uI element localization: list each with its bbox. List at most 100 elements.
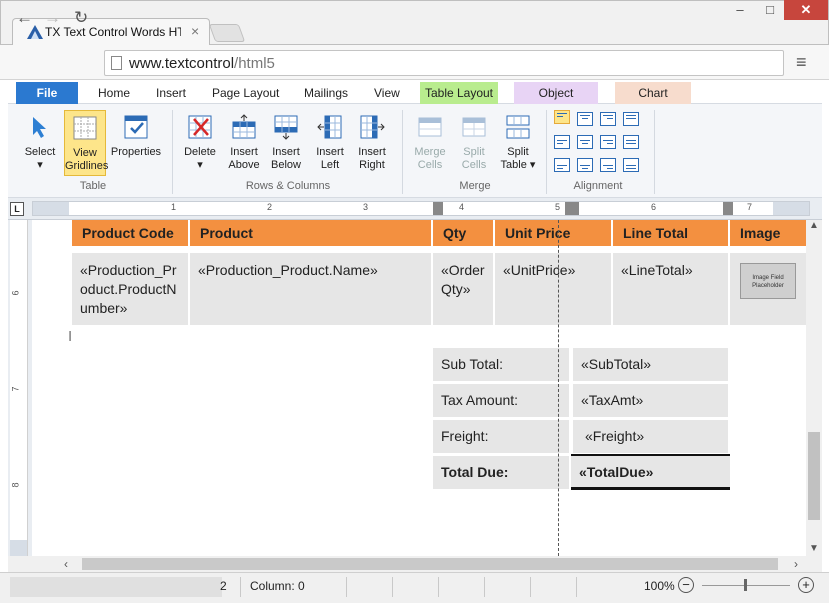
totals-label: Freight: — [433, 420, 569, 453]
insert-above-button[interactable]: Insert Above — [224, 110, 264, 172]
select-dropdown-icon: ▾ — [37, 159, 43, 171]
insert-row-above-icon — [232, 114, 256, 139]
scroll-left-icon[interactable]: ‹ — [64, 557, 68, 571]
horizontal-scroll-thumb[interactable] — [82, 558, 778, 570]
tab-chart-layout[interactable]: Chart Layout — [615, 82, 691, 122]
tab-file[interactable]: File — [16, 82, 78, 104]
align-bottom-left-icon[interactable] — [554, 158, 570, 172]
minimize-button[interactable]: – — [730, 0, 750, 20]
insert-below-button[interactable]: Insert Below — [266, 110, 306, 172]
header-line-total: Line Total — [613, 220, 728, 246]
totals-value[interactable]: «TaxAmt» — [573, 384, 728, 417]
split-table-icon — [506, 115, 530, 139]
properties-button[interactable]: Properties — [108, 110, 164, 159]
tab-mailings[interactable]: Mailings — [300, 82, 352, 104]
tab-page-layout[interactable]: Page Layout — [208, 82, 283, 104]
align-bottom-right-icon[interactable] — [600, 158, 616, 172]
tab-object-format[interactable]: Object Format — [514, 82, 598, 122]
address-bar[interactable]: www.textcontrol/html5 — [104, 50, 784, 76]
table-properties-icon — [124, 115, 148, 139]
align-bottom-center-icon[interactable] — [577, 158, 593, 172]
split-table-dropdown-icon: ▾ — [529, 159, 536, 171]
ribbon-separator — [546, 110, 547, 194]
ruler-mark: 2 — [267, 202, 273, 212]
totals-value-total[interactable]: «TotalDue» — [571, 454, 730, 490]
zoom-slider-thumb[interactable] — [744, 579, 747, 591]
page-icon — [111, 56, 122, 70]
column-marker[interactable] — [433, 202, 443, 215]
cell-product-code[interactable]: «Production_Product.ProductNumber» — [72, 253, 188, 325]
totals-label: Sub Total: — [433, 348, 569, 381]
zoom-out-button[interactable]: − — [678, 577, 694, 593]
select-button[interactable]: Select ▾ — [18, 110, 62, 172]
align-middle-left-icon[interactable] — [554, 135, 570, 149]
image-placeholder[interactable]: Image Field Placeholder — [740, 263, 796, 299]
zoom-in-button[interactable]: + — [798, 577, 814, 593]
tab-stop-selector[interactable]: L — [10, 202, 24, 216]
ruler-mark: 1 — [171, 202, 177, 212]
group-alignment-label: Alignment — [573, 180, 623, 192]
zoom-percentage: 100% — [644, 579, 675, 593]
browser-tab[interactable]: TX Text Control Words HT × — [12, 18, 210, 45]
align-top-left-icon[interactable] — [554, 110, 570, 124]
ruler-mark: 7 — [747, 202, 753, 212]
cell-product[interactable]: «Production_Product.Name» — [190, 253, 431, 325]
align-top-justify-icon[interactable] — [623, 112, 639, 126]
align-top-right-icon[interactable] — [600, 112, 616, 126]
scroll-right-icon[interactable]: › — [794, 557, 798, 571]
align-middle-justify-icon[interactable] — [623, 135, 639, 149]
tab-insert[interactable]: Insert — [152, 82, 190, 104]
scroll-up-icon[interactable]: ▲ — [809, 220, 819, 231]
group-table-label: Table — [79, 180, 107, 192]
cell-unit-price[interactable]: «UnitPrice» — [495, 253, 611, 325]
tab-view[interactable]: View — [370, 82, 404, 104]
ruler-mark: 5 — [555, 202, 561, 212]
cell-image[interactable]: Image Field Placeholder — [730, 253, 806, 325]
vertical-scroll-thumb[interactable] — [808, 432, 820, 520]
group-merge-label: Merge — [459, 180, 491, 192]
back-arrow-icon[interactable]: ← — [16, 8, 33, 28]
close-window-button[interactable]: ✕ — [784, 0, 828, 20]
insert-row-below-icon — [274, 115, 298, 140]
url-text: www.textcontrol/html5 — [129, 55, 275, 72]
cell-qty[interactable]: «OrderQty» — [433, 253, 493, 325]
totals-value[interactable]: «Freight» — [573, 420, 728, 453]
header-product-code: Product Code — [72, 220, 188, 246]
insert-column-left-icon — [317, 115, 342, 139]
insert-left-button[interactable]: Insert Left — [310, 110, 350, 172]
maximize-button[interactable]: □ — [756, 0, 784, 20]
forward-arrow-icon[interactable]: → — [44, 8, 61, 28]
vertical-ruler[interactable]: 6 7 8 — [10, 220, 28, 556]
ruler-mark: 4 — [459, 202, 465, 212]
new-tab-button[interactable] — [208, 24, 246, 42]
horizontal-ruler[interactable]: 1 2 3 4 5 6 7 — [32, 201, 810, 216]
ruler-mark: 3 — [363, 202, 369, 212]
browser-menu-icon[interactable]: ≡ — [796, 52, 807, 73]
cursor-arrow-icon — [33, 117, 46, 138]
split-cells-button[interactable]: Split Cells — [454, 110, 494, 172]
column-marker[interactable] — [723, 202, 733, 215]
scroll-down-icon[interactable]: ▼ — [809, 543, 819, 554]
reload-icon[interactable]: ↻ — [74, 8, 88, 28]
delete-button[interactable]: Delete ▾ — [180, 110, 220, 172]
totals-value[interactable]: «SubTotal» — [573, 348, 728, 381]
tab-table-layout[interactable]: Table Layout — [420, 82, 498, 104]
insert-right-button[interactable]: Insert Right — [352, 110, 392, 172]
align-middle-center-icon[interactable] — [577, 135, 593, 149]
vruler-mark: 7 — [10, 386, 21, 392]
cell-line-total[interactable]: «LineTotal» — [613, 253, 728, 325]
document-canvas[interactable]: Product Code Product Qty Unit Price Line… — [32, 220, 806, 556]
align-top-center-icon[interactable] — [577, 112, 593, 126]
align-middle-right-icon[interactable] — [600, 135, 616, 149]
totals-label: Tax Amount: — [433, 384, 569, 417]
ruler-mark: 6 — [651, 202, 657, 212]
column-marker[interactable] — [565, 202, 579, 215]
merge-cells-button[interactable]: Merge Cells — [410, 110, 450, 172]
view-gridlines-button[interactable]: View Gridlines — [64, 110, 108, 176]
status-column: Column: 0 — [250, 579, 305, 593]
vruler-mark: 8 — [10, 482, 21, 488]
align-bottom-justify-icon[interactable] — [623, 158, 639, 172]
split-table-button[interactable]: Split Table ▾ — [498, 110, 538, 172]
tab-home[interactable]: Home — [94, 82, 134, 104]
tab-close-icon[interactable]: × — [191, 23, 199, 39]
